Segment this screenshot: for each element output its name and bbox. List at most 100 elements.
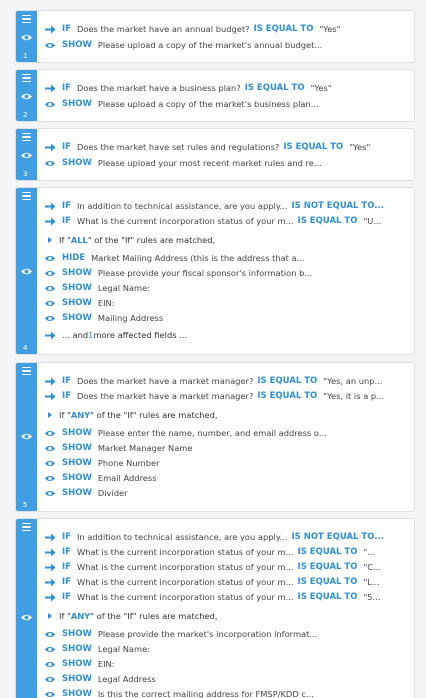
match-mode-toggle[interactable]: If " ALL " of the "If" rules are matched…: [48, 233, 408, 247]
menu-icon[interactable]: [22, 74, 31, 83]
rule-card-6[interactable]: IF In addition to technical assistance, …: [15, 518, 415, 698]
condition-row[interactable]: IF In addition to technical assistance, …: [44, 530, 408, 544]
eye-icon[interactable]: [20, 430, 33, 443]
condition-operator: IS NOT EQUAL TO...: [291, 201, 384, 211]
action-keyword: SHOW: [62, 473, 92, 483]
eye-icon: [44, 99, 56, 109]
more-suffix: more affected fields ...: [93, 330, 188, 340]
menu-icon[interactable]: [22, 523, 31, 532]
action-row[interactable]: SHOW Please provide your fiscal sponsor'…: [44, 266, 408, 280]
action-row[interactable]: SHOW Phone Number: [44, 456, 408, 470]
action-row[interactable]: SHOW Is this the correct mailing address…: [44, 687, 408, 698]
rule-number: 1: [23, 52, 28, 60]
condition-row[interactable]: IF Does the market have an annual budget…: [44, 22, 408, 36]
action-target: Divider: [97, 488, 128, 498]
action-keyword: SHOW: [62, 158, 92, 168]
condition-field: What is the current incorporation status…: [76, 216, 294, 226]
condition-keyword: IF: [62, 547, 71, 557]
match-mode-toggle[interactable]: If " ANY " of the "If" rules are matched…: [48, 609, 408, 623]
condition-operator: IS EQUAL TO: [253, 24, 314, 34]
match-prefix: If ": [59, 611, 71, 621]
condition-row[interactable]: IF Does the market have a business plan?…: [44, 81, 408, 95]
arrow-right-icon: [44, 216, 56, 226]
action-row[interactable]: SHOW Email Address: [44, 471, 408, 485]
eye-icon: [44, 40, 56, 50]
condition-value: "Yes, it is a p...: [323, 391, 385, 401]
eye-icon[interactable]: [20, 90, 33, 103]
eye-icon[interactable]: [20, 611, 33, 624]
action-row[interactable]: SHOW EIN:: [44, 657, 408, 671]
eye-icon: [44, 629, 56, 639]
condition-field: Does the market have a market manager?: [76, 376, 254, 386]
condition-operator: IS EQUAL TO: [257, 391, 318, 401]
condition-row[interactable]: IF In addition to technical assistance, …: [44, 199, 408, 213]
action-row[interactable]: SHOW Market Manager Name: [44, 441, 408, 455]
more-fields-link[interactable]: ... and 1 more affected fields ...: [44, 328, 408, 342]
action-row[interactable]: HIDE Market Mailing Address (this is the…: [44, 251, 408, 265]
caret-right-icon[interactable]: [48, 237, 52, 243]
menu-icon[interactable]: [22, 15, 31, 24]
action-keyword: SHOW: [62, 689, 92, 698]
match-mode[interactable]: ANY: [71, 410, 90, 420]
eye-icon: [44, 268, 56, 278]
rule-card-4[interactable]: 4 IF In addition to technical assistance…: [15, 187, 415, 355]
match-mode[interactable]: ALL: [71, 235, 88, 245]
eye-icon: [44, 443, 56, 453]
action-row[interactable]: SHOW Legal Name:: [44, 281, 408, 295]
condition-row[interactable]: IF What is the current incorporation sta…: [44, 214, 408, 228]
action-row[interactable]: SHOW Please upload your most recent mark…: [44, 156, 408, 170]
action-target: Phone Number: [97, 458, 160, 468]
condition-operator: IS EQUAL TO: [283, 142, 344, 152]
drag-handle[interactable]: [16, 519, 37, 698]
condition-keyword: IF: [62, 83, 71, 93]
action-keyword: SHOW: [62, 488, 92, 498]
eye-icon[interactable]: [20, 31, 33, 44]
action-row[interactable]: SHOW Please upload a copy of the market'…: [44, 97, 408, 111]
condition-row[interactable]: IF What is the current incorporation sta…: [44, 590, 408, 604]
more-prefix: ... and: [62, 330, 89, 340]
condition-row[interactable]: IF Does the market have a market manager…: [44, 374, 408, 388]
eye-icon[interactable]: [20, 149, 33, 162]
condition-row[interactable]: IF What is the current incorporation sta…: [44, 545, 408, 559]
rule-card-3[interactable]: 3 IF Does the market have set rules and …: [15, 128, 415, 181]
action-row[interactable]: SHOW Please provide the market's incorpo…: [44, 627, 408, 641]
action-row[interactable]: SHOW EIN:: [44, 296, 408, 310]
menu-icon[interactable]: [22, 367, 31, 376]
condition-row[interactable]: IF What is the current incorporation sta…: [44, 575, 408, 589]
rule-card-1[interactable]: 1 IF Does the market have an annual budg…: [15, 10, 415, 63]
action-row[interactable]: SHOW Please upload a copy of the market'…: [44, 38, 408, 52]
drag-handle[interactable]: 1: [16, 11, 37, 62]
drag-handle[interactable]: 3: [16, 129, 37, 180]
match-mode[interactable]: ANY: [71, 611, 90, 621]
rule-card-5[interactable]: 5 IF Does the market have a market manag…: [15, 362, 415, 512]
menu-icon[interactable]: [22, 133, 31, 142]
action-keyword: SHOW: [62, 659, 92, 669]
action-row[interactable]: SHOW Mailing Address: [44, 311, 408, 325]
condition-value: "U...: [363, 216, 382, 226]
condition-keyword: IF: [62, 532, 71, 542]
condition-field: Does the market have an annual budget?: [76, 24, 250, 34]
drag-handle[interactable]: 5: [16, 363, 37, 511]
arrow-right-icon: [44, 24, 56, 34]
eye-icon: [44, 253, 56, 263]
rule-card-2[interactable]: 2 IF Does the market have a business pla…: [15, 69, 415, 122]
action-row[interactable]: SHOW Legal Address: [44, 672, 408, 686]
condition-keyword: IF: [62, 376, 71, 386]
condition-value: "L...: [363, 577, 380, 587]
drag-handle[interactable]: 2: [16, 70, 37, 121]
condition-row[interactable]: IF What is the current incorporation sta…: [44, 560, 408, 574]
caret-right-icon[interactable]: [48, 613, 52, 619]
caret-right-icon[interactable]: [48, 412, 52, 418]
action-keyword: SHOW: [62, 298, 92, 308]
action-row[interactable]: SHOW Please enter the name, number, and …: [44, 426, 408, 440]
action-target: Please provide the market's incorporatio…: [97, 629, 318, 639]
condition-row[interactable]: IF Does the market have a market manager…: [44, 389, 408, 403]
eye-icon[interactable]: [20, 265, 33, 278]
action-row[interactable]: SHOW Divider: [44, 486, 408, 500]
drag-handle[interactable]: 4: [16, 188, 37, 354]
condition-row[interactable]: IF Does the market have set rules and re…: [44, 140, 408, 154]
match-prefix: If ": [59, 410, 71, 420]
action-row[interactable]: SHOW Legal Name:: [44, 642, 408, 656]
menu-icon[interactable]: [22, 192, 31, 201]
match-mode-toggle[interactable]: If " ANY " of the "If" rules are matched…: [48, 408, 408, 422]
